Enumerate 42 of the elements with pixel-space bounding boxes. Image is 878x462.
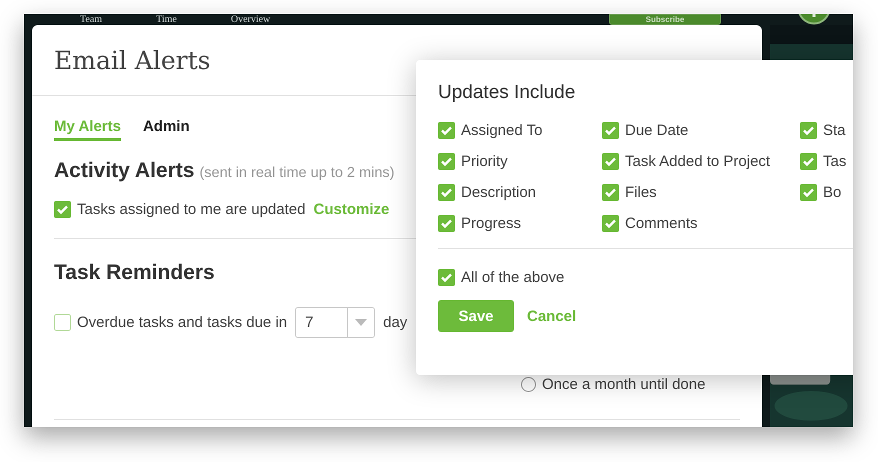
checkbox[interactable] [438, 184, 455, 201]
nav-item[interactable]: Overview [230, 14, 270, 25]
popover-title: Updates Include [438, 82, 576, 104]
checkbox[interactable] [602, 215, 619, 232]
checkbox[interactable] [602, 122, 619, 139]
radio-label: Once a month until done [542, 376, 706, 393]
section-heading: Activity Alerts [54, 159, 194, 183]
checkbox-label: Tasks assigned to me are updated [77, 201, 306, 218]
caret-icon [355, 319, 368, 326]
nav-item[interactable]: Team [80, 14, 102, 25]
checkbox[interactable] [438, 215, 455, 232]
checkbox-label: Priority [461, 153, 508, 170]
checkbox[interactable] [800, 153, 817, 170]
dialog-title: Email Alerts [54, 46, 210, 74]
tab[interactable]: Admin [142, 118, 190, 141]
checkbox-label: Tas [823, 153, 846, 170]
checkbox-label: Bo [823, 184, 842, 201]
checkbox[interactable] [54, 201, 71, 218]
days-select[interactable]: 7 [295, 307, 376, 338]
checkbox[interactable] [800, 122, 817, 139]
checkbox-label: Overdue tasks and tasks due in [77, 314, 288, 331]
radio-button[interactable] [521, 377, 536, 392]
checkbox[interactable] [602, 184, 619, 201]
checkbox-label: Due Date [625, 122, 688, 139]
checkbox-label: Progress [461, 215, 522, 232]
checkbox[interactable] [438, 269, 455, 286]
checkbox[interactable] [54, 314, 71, 331]
checkbox-label: Assigned To [461, 122, 542, 139]
checkbox-label: Task Added to Project [625, 153, 770, 170]
section-note: (sent in real time up to 2 mins) [199, 165, 394, 181]
checkbox[interactable] [602, 153, 619, 170]
checkbox[interactable] [438, 122, 455, 139]
checkbox[interactable] [438, 153, 455, 170]
nav-item[interactable]: Time [156, 14, 177, 25]
checkbox-label: Files [625, 184, 657, 201]
checkbox-label: Description [461, 184, 536, 201]
section-heading: Task Reminders [54, 261, 215, 285]
days-label: day [383, 314, 408, 331]
checkbox[interactable] [800, 184, 817, 201]
checkbox-label: Sta [823, 122, 846, 139]
checkbox-label: Comments [625, 215, 698, 232]
checkbox-label: All of the above [461, 269, 564, 286]
